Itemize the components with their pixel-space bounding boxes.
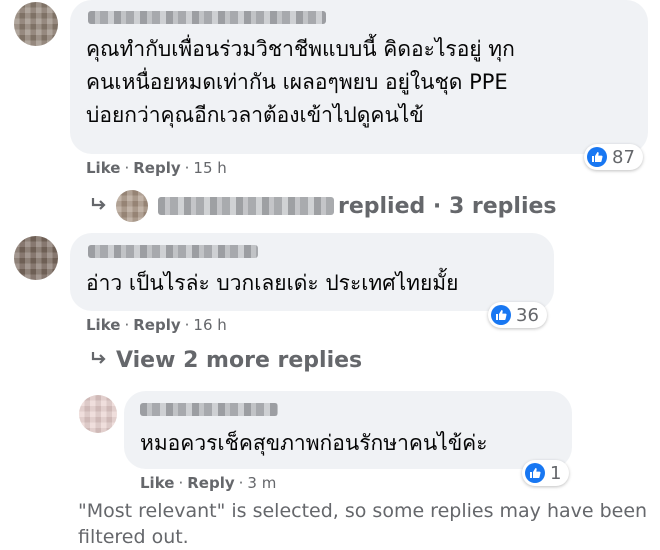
filter-notice: "Most relevant" is selected, so some rep… [78, 500, 648, 548]
comment-2-reply-link[interactable]: Reply [133, 316, 180, 334]
like-thumb-icon [491, 305, 511, 325]
commenter-1-avatar[interactable] [14, 2, 58, 46]
commenter-2-avatar[interactable] [14, 236, 58, 280]
view-more-replies-text: View 2 more replies [116, 348, 363, 373]
comment-1-reply-link[interactable]: Reply [133, 159, 180, 177]
reply-author[interactable] [140, 403, 278, 416]
reply-arrow-icon [90, 348, 108, 373]
comment-1-replies-link[interactable]: replied · 3 replies [90, 190, 557, 222]
comment-1-reactions[interactable]: 87 [584, 144, 643, 170]
comment-1-text: คุณทำกับเพื่อนร่วมวิชาชีพแบบนี้ คิดอะไรอ… [86, 37, 515, 127]
comment-2-time[interactable]: 16 h [193, 316, 226, 334]
comment-2-reactions[interactable]: 36 [488, 302, 547, 328]
replier-avatar [116, 190, 148, 222]
comment-2-reaction-count: 36 [516, 304, 539, 326]
reply-like-link[interactable]: Like [140, 474, 174, 492]
comment-1-reaction-count: 87 [612, 146, 635, 168]
comment-1-author[interactable] [88, 11, 326, 24]
comment-1-actions: Like · Reply · 15 h [86, 159, 227, 177]
view-more-replies-link[interactable]: View 2 more replies [90, 348, 362, 373]
comment-2-author[interactable] [88, 245, 258, 258]
reply-avatar[interactable] [79, 395, 117, 433]
comment-2-text: อ่าว เป็นไรล่ะ บวกเลยเด่ะ ประเทศไทยมั้ย [86, 271, 459, 295]
comment-1-time[interactable]: 15 h [193, 159, 226, 177]
comment-1-like-link[interactable]: Like [86, 159, 120, 177]
reply-bubble: หมอควรเช็คสุขภาพก่อนรักษาคนไข้ค่ะ [124, 391, 572, 469]
comment-2-actions: Like · Reply · 16 h [86, 316, 227, 334]
like-thumb-icon [587, 147, 607, 167]
reply-reply-link[interactable]: Reply [187, 474, 234, 492]
reply-time[interactable]: 3 m [247, 474, 276, 492]
comment-1-bubble: คุณทำกับเพื่อนร่วมวิชาชีพแบบนี้ คิดอะไรอ… [70, 0, 648, 154]
reply-reactions[interactable]: 1 [522, 460, 570, 486]
reply-arrow-icon [90, 194, 108, 219]
reply-text: หมอควรเช็คสุขภาพก่อนรักษาคนไข้ค่ะ [140, 431, 488, 455]
replies-summary-text: replied · 3 replies [338, 193, 557, 219]
like-thumb-icon [525, 463, 545, 483]
reply-actions: Like · Reply · 3 m [140, 474, 277, 492]
comment-2-bubble: อ่าว เป็นไรล่ะ บวกเลยเด่ะ ประเทศไทยมั้ย [70, 233, 554, 311]
reply-reaction-count: 1 [550, 462, 562, 484]
comment-2-like-link[interactable]: Like [86, 316, 120, 334]
replier-name [158, 197, 334, 215]
